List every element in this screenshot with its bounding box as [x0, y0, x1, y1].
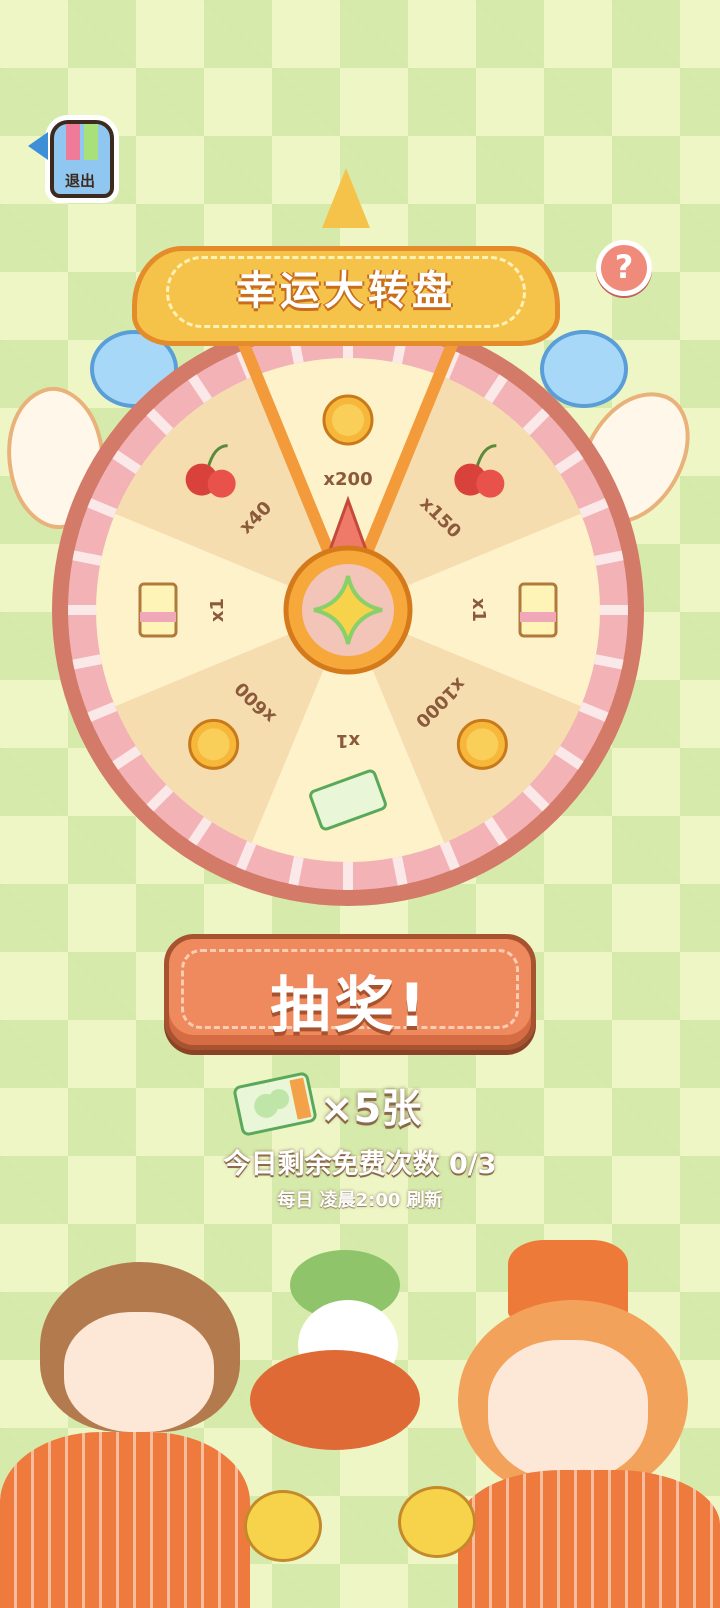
- card-pack-icon: [138, 582, 178, 638]
- boy-character: [0, 1262, 270, 1608]
- exit-button[interactable]: 退出: [28, 112, 118, 202]
- chick-left: [244, 1490, 322, 1562]
- coin-icon: [456, 718, 508, 770]
- wheel-graphic: x200x150x1x1000x1x600x1x40: [52, 314, 644, 906]
- girl-character: [438, 1240, 720, 1608]
- help-button[interactable]: ?: [596, 240, 652, 296]
- exit-label: 退出: [64, 172, 95, 190]
- refresh-note: 每日 凌晨2:00 刷新: [277, 1190, 443, 1211]
- wheel-segment-label: x200: [323, 469, 372, 490]
- ticket-count: ×5张: [320, 1086, 422, 1132]
- coin-icon: [322, 394, 374, 446]
- coin-icon: [188, 718, 240, 770]
- chick-right: [398, 1486, 476, 1558]
- draw-button[interactable]: 抽奖!: [164, 934, 536, 1050]
- wheel-segment-label: x1: [336, 730, 360, 751]
- wheel-segment-label: x1: [468, 598, 489, 622]
- prize-wheel: x200 x150 x1 x1000 x1 x600 x1 x40: [48, 310, 648, 910]
- card-pack-icon: [518, 582, 558, 638]
- duck-character: [250, 1250, 440, 1450]
- title-banner: 幸运大转盘: [108, 168, 584, 358]
- ticket-counter: ×5张: [233, 1068, 496, 1138]
- star-crown-icon: [322, 168, 370, 228]
- free-draws-remaining: 今日剩余免费次数 0/3: [223, 1149, 497, 1180]
- banner-title: 幸运大转盘: [236, 268, 456, 314]
- wheel-segment-label: x1: [207, 598, 228, 622]
- back-arrow-icon: [28, 132, 48, 160]
- ticket-icon: [233, 1072, 317, 1136]
- draw-button-label: 抽奖!: [270, 971, 430, 1041]
